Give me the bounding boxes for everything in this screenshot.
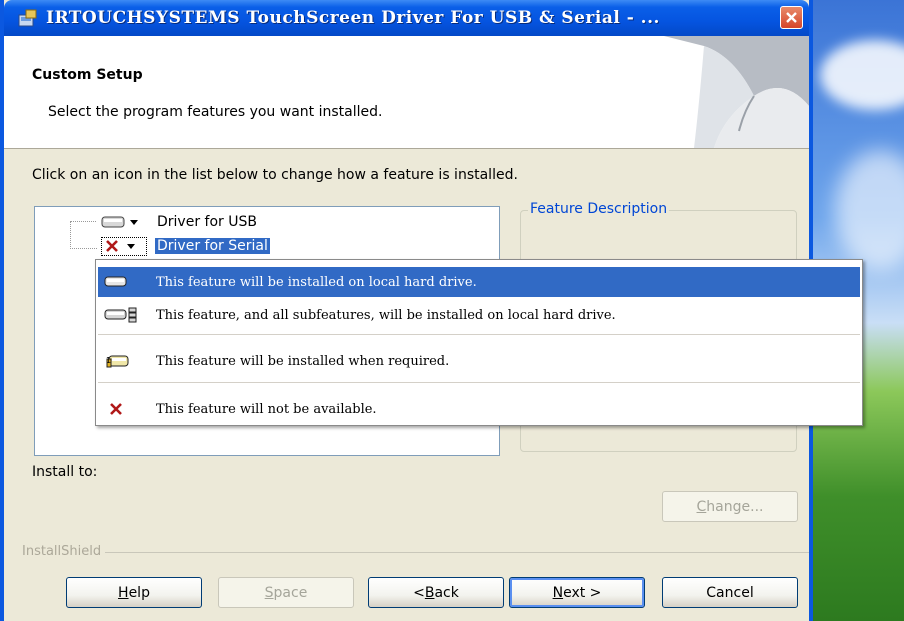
title-bar[interactable]: IRTOUCHSYSTEMS TouchScreen Driver For US… bbox=[4, 0, 809, 36]
hard-drive-icon bbox=[101, 216, 125, 228]
red-x-icon bbox=[110, 403, 122, 415]
close-icon bbox=[786, 12, 797, 23]
menu-item-label: This feature, and all subfeatures, will … bbox=[156, 307, 616, 323]
chevron-down-icon bbox=[127, 244, 135, 249]
hard-drive-subfeatures-icon bbox=[104, 307, 137, 323]
divider bbox=[22, 552, 809, 553]
install-on-demand-icon: 1 bbox=[106, 355, 129, 368]
help-button[interactable]: Help bbox=[66, 577, 202, 608]
tree-connector bbox=[70, 222, 97, 249]
feature-label[interactable]: Driver for Serial bbox=[155, 238, 270, 254]
menu-item-install-on-demand[interactable]: 1 This feature will be installed when re… bbox=[98, 346, 860, 376]
menu-item-install-local[interactable]: This feature will be installed on local … bbox=[98, 267, 860, 297]
menu-item-label: This feature will not be available. bbox=[156, 401, 377, 417]
close-button[interactable] bbox=[780, 6, 803, 29]
cloud bbox=[835, 150, 904, 270]
space-button[interactable]: Space bbox=[218, 577, 354, 608]
install-to-label: Install to: bbox=[32, 464, 98, 480]
feature-state-popup-menu: This feature will be installed on local … bbox=[95, 259, 863, 426]
menu-separator bbox=[98, 334, 860, 335]
hard-drive-icon bbox=[104, 276, 127, 287]
menu-item-label: This feature will be installed when requ… bbox=[156, 353, 450, 369]
cancel-button[interactable]: Cancel bbox=[662, 577, 798, 608]
back-button[interactable]: < Back bbox=[368, 577, 504, 608]
feature-label[interactable]: Driver for USB bbox=[155, 214, 259, 230]
red-x-icon bbox=[106, 240, 118, 252]
window-title: IRTOUCHSYSTEMS TouchScreen Driver For US… bbox=[46, 8, 660, 28]
menu-item-not-available[interactable]: This feature will not be available. bbox=[98, 394, 860, 424]
instruction-text: Click on an icon in the list below to ch… bbox=[32, 167, 518, 183]
feature-description-legend: Feature Description bbox=[528, 201, 670, 217]
menu-item-label: This feature will be installed on local … bbox=[156, 274, 477, 290]
menu-item-install-all-local[interactable]: This feature, and all subfeatures, will … bbox=[98, 300, 860, 330]
feature-state-button[interactable] bbox=[101, 213, 147, 232]
feature-state-button[interactable] bbox=[101, 236, 147, 256]
wizard-header: Custom Setup Select the program features… bbox=[4, 36, 809, 149]
tree-item-driver-usb[interactable]: Driver for USB bbox=[101, 212, 259, 232]
page-subtitle: Select the program features you want ins… bbox=[48, 104, 383, 120]
next-button[interactable]: Next > bbox=[509, 577, 645, 608]
installer-app-icon bbox=[18, 9, 38, 27]
installshield-brand: InstallShield bbox=[22, 544, 106, 559]
chevron-down-icon bbox=[130, 220, 138, 225]
menu-separator bbox=[98, 382, 860, 383]
page-title: Custom Setup bbox=[32, 67, 143, 83]
tree-item-driver-serial[interactable]: Driver for Serial bbox=[101, 236, 270, 256]
svg-text:1: 1 bbox=[106, 356, 111, 365]
page-curl-graphic bbox=[664, 36, 809, 148]
change-button[interactable]: Change... bbox=[662, 491, 798, 522]
cloud bbox=[820, 40, 904, 110]
